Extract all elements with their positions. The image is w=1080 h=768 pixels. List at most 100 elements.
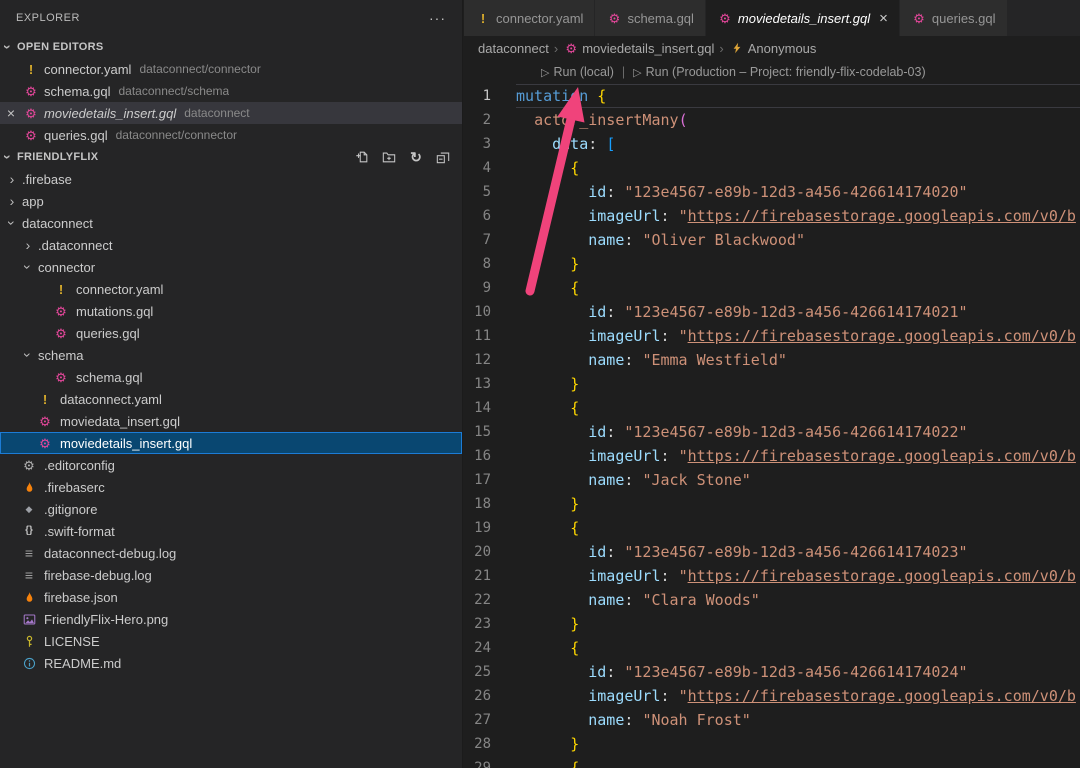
editor-tab[interactable]: !connector.yaml bbox=[464, 0, 594, 36]
breadcrumb-item[interactable]: dataconnect bbox=[478, 41, 549, 56]
tree-item[interactable]: ›dataconnect bbox=[0, 212, 462, 234]
code-line: 26 imageUrl: "https://firebasestorage.go… bbox=[464, 684, 1080, 708]
open-editor-item[interactable]: ⚙schema.gqldataconnect/schema bbox=[0, 80, 462, 102]
new-folder-button[interactable] bbox=[382, 148, 400, 166]
tree-item[interactable]: ⚙ mutations.gql bbox=[0, 300, 462, 322]
tree-item[interactable]: .firebaserc bbox=[0, 476, 462, 498]
tree-item[interactable]: ⚙moviedetails_insert.gql bbox=[0, 432, 462, 454]
workspace-header[interactable]: › FRIENDLYFLIX ↻ bbox=[0, 146, 462, 168]
code-line: 10 id: "123e4567-e89b-12d3-a456-42661417… bbox=[464, 300, 1080, 324]
code-line: 3 data: [ bbox=[464, 132, 1080, 156]
graphql-icon: ⚙ bbox=[36, 437, 54, 450]
editor-tab[interactable]: ⚙queries.gql bbox=[900, 0, 1007, 36]
gear-gray-icon: ⚙ bbox=[20, 459, 38, 472]
open-editors-header[interactable]: › OPEN EDITORS bbox=[0, 36, 462, 58]
editor-tab[interactable]: ⚙moviedetails_insert.gql× bbox=[706, 0, 899, 36]
code-text: { bbox=[516, 276, 1080, 300]
tree-item[interactable]: ◆.gitignore bbox=[0, 498, 462, 520]
line-number: 26 bbox=[464, 684, 516, 708]
workspace-actions: ↻ bbox=[355, 148, 454, 166]
chevron-down-icon: › bbox=[21, 347, 35, 363]
code-line: 7 name: "Oliver Blackwood" bbox=[464, 228, 1080, 252]
open-editor-name: schema.gql bbox=[44, 84, 110, 99]
new-file-button[interactable] bbox=[355, 148, 373, 166]
refresh-button[interactable]: ↻ bbox=[409, 148, 427, 166]
code-line: 13 } bbox=[464, 372, 1080, 396]
tree-item-label: README.md bbox=[44, 656, 121, 671]
line-number: 27 bbox=[464, 708, 516, 732]
code-text: } bbox=[516, 492, 1080, 516]
collapse-all-button[interactable] bbox=[436, 148, 454, 166]
tree-item[interactable]: firebase.json bbox=[0, 586, 462, 608]
code-text: id: "123e4567-e89b-12d3-a456-42661417402… bbox=[516, 180, 1080, 204]
tree-item-label: connector.yaml bbox=[76, 282, 163, 297]
open-editor-item[interactable]: !connector.yamldataconnect/connector bbox=[0, 58, 462, 80]
editor-tab[interactable]: ⚙schema.gql bbox=[595, 0, 704, 36]
tree-item[interactable]: ›.dataconnect bbox=[0, 234, 462, 256]
chevron-right-icon: › bbox=[20, 238, 36, 252]
tree-item-label: mutations.gql bbox=[76, 304, 153, 319]
graphql-icon: ⚙ bbox=[22, 107, 40, 120]
tree-item-label: connector bbox=[38, 260, 95, 275]
tree-item[interactable]: ›schema bbox=[0, 344, 462, 366]
image-icon bbox=[20, 613, 38, 626]
close-icon[interactable]: × bbox=[879, 10, 888, 27]
breadcrumb-item[interactable]: ⚙moviedetails_insert.gql bbox=[563, 41, 714, 56]
tree-item[interactable]: FriendlyFlix-Hero.png bbox=[0, 608, 462, 630]
more-actions-icon[interactable]: ··· bbox=[429, 10, 446, 26]
code-line: 16 imageUrl: "https://firebasestorage.go… bbox=[464, 444, 1080, 468]
tree-item[interactable]: ⚙moviedata_insert.gql bbox=[0, 410, 462, 432]
tree-item-label: .firebase bbox=[22, 172, 72, 187]
breadcrumb-label: Anonymous bbox=[748, 41, 817, 56]
graphql-icon: ⚙ bbox=[52, 305, 70, 318]
code-line: 1mutation { bbox=[464, 84, 1080, 108]
tab-label: connector.yaml bbox=[496, 11, 583, 26]
tree-item[interactable]: ›connector bbox=[0, 256, 462, 278]
code-text: } bbox=[516, 252, 1080, 276]
line-number: 24 bbox=[464, 636, 516, 660]
tree-item[interactable]: ⚙queries.gql bbox=[0, 322, 462, 344]
play-icon: ▷ bbox=[541, 66, 549, 79]
code-line: 14 { bbox=[464, 396, 1080, 420]
tree-item[interactable]: ≡dataconnect-debug.log bbox=[0, 542, 462, 564]
line-number: 14 bbox=[464, 396, 516, 420]
tree-item[interactable]: ⚙schema.gql bbox=[0, 366, 462, 388]
tree-item[interactable]: {}.swift-format bbox=[0, 520, 462, 542]
tree-item[interactable]: ›app bbox=[0, 190, 462, 212]
code-text: actor_insertMany( bbox=[516, 108, 1080, 132]
tree-item-label: FriendlyFlix-Hero.png bbox=[44, 612, 168, 627]
tree-item[interactable]: ›.firebase bbox=[0, 168, 462, 190]
tree-item[interactable]: ≡firebase-debug.log bbox=[0, 564, 462, 586]
code-line: 17 name: "Jack Stone" bbox=[464, 468, 1080, 492]
collapse-all-icon bbox=[434, 150, 452, 164]
code-text: id: "123e4567-e89b-12d3-a456-42661417402… bbox=[516, 540, 1080, 564]
breadcrumb: dataconnect›⚙moviedetails_insert.gql›Ano… bbox=[464, 36, 1080, 60]
open-editor-item[interactable]: ×⚙moviedetails_insert.gqldataconnect bbox=[0, 102, 462, 124]
tree-item[interactable]: LICENSE bbox=[0, 630, 462, 652]
tree-item[interactable]: !dataconnect.yaml bbox=[0, 388, 462, 410]
line-number: 9 bbox=[464, 276, 516, 300]
tree-item-label: .firebaserc bbox=[44, 480, 105, 495]
line-number: 19 bbox=[464, 516, 516, 540]
code-line: 5 id: "123e4567-e89b-12d3-a456-426614174… bbox=[464, 180, 1080, 204]
tree-item[interactable]: ⚙.editorconfig bbox=[0, 454, 462, 476]
tree-item[interactable]: !connector.yaml bbox=[0, 278, 462, 300]
warning-icon: ! bbox=[22, 63, 40, 76]
code-text: id: "123e4567-e89b-12d3-a456-42661417402… bbox=[516, 300, 1080, 324]
run-production-link[interactable]: ▷Run (Production – Project: friendly-fli… bbox=[633, 65, 925, 79]
code-line: 27 name: "Noah Frost" bbox=[464, 708, 1080, 732]
graphql-icon: ⚙ bbox=[606, 12, 622, 25]
line-number: 20 bbox=[464, 540, 516, 564]
code-text: imageUrl: "https://firebasestorage.googl… bbox=[516, 564, 1080, 588]
code-line: 4 { bbox=[464, 156, 1080, 180]
close-icon[interactable]: × bbox=[0, 105, 22, 121]
open-editor-item[interactable]: ⚙queries.gqldataconnect/connector bbox=[0, 124, 462, 146]
breadcrumb-item[interactable]: Anonymous bbox=[729, 41, 817, 56]
tree-item[interactable]: README.md bbox=[0, 652, 462, 674]
code-text: { bbox=[516, 156, 1080, 180]
play-icon: ▷ bbox=[633, 66, 641, 79]
codelens-label: Run (local) bbox=[553, 65, 613, 79]
refresh-icon: ↻ bbox=[407, 150, 425, 164]
graphql-icon: ⚙ bbox=[911, 12, 927, 25]
run-local-link[interactable]: ▷ Run (local) bbox=[541, 65, 614, 79]
